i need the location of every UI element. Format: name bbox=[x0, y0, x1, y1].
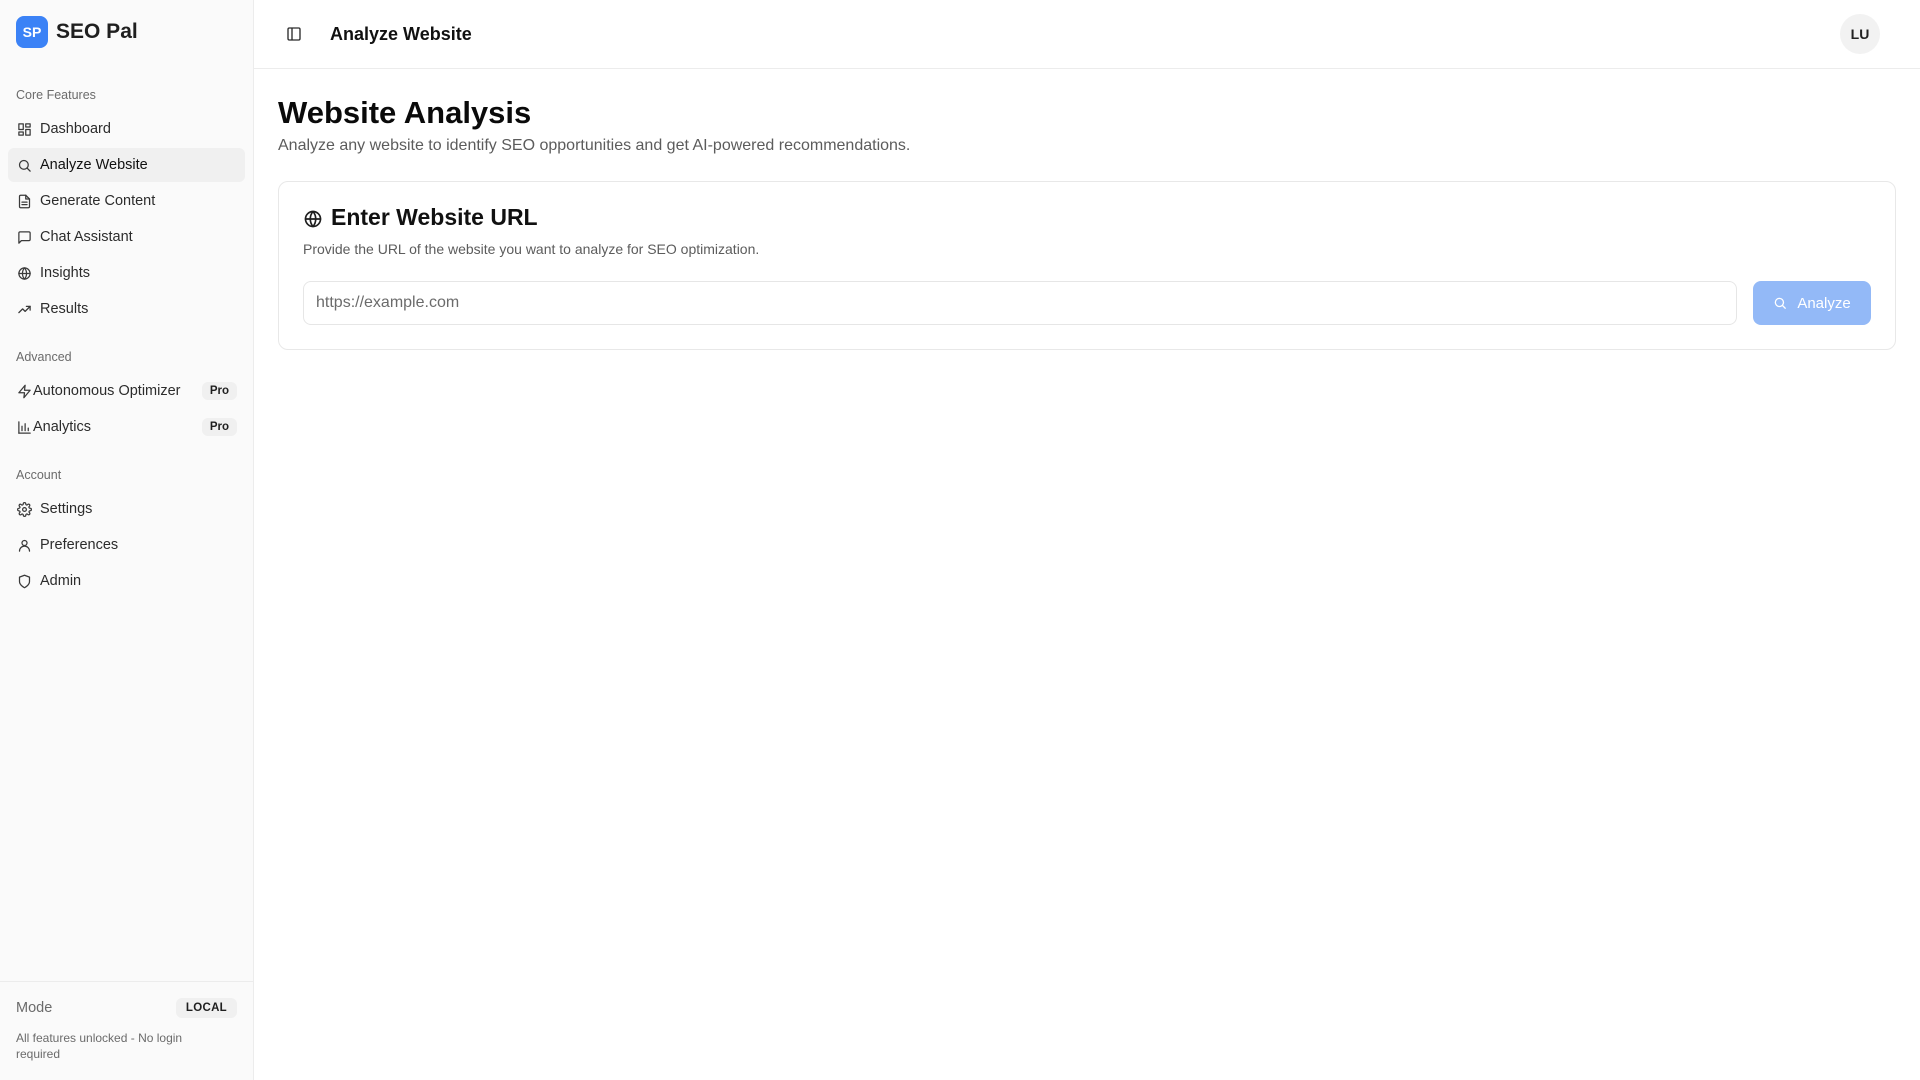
url-card: Enter Website URL Provide the URL of the… bbox=[278, 181, 1896, 350]
sidebar-item-chat-assistant[interactable]: Chat Assistant bbox=[8, 220, 245, 254]
card-title: Enter Website URL bbox=[303, 204, 1871, 231]
sidebar-nav: Core Features Dashboard Analyze Website … bbox=[0, 64, 253, 981]
avatar[interactable]: LU bbox=[1840, 14, 1880, 54]
dashboard-icon bbox=[16, 121, 32, 137]
sidebar-item-label: Preferences bbox=[40, 537, 119, 553]
brand[interactable]: SP SEO Pal bbox=[0, 0, 253, 64]
trending-up-icon bbox=[16, 301, 32, 317]
sidebar-item-label: Insights bbox=[40, 265, 90, 281]
card-title-text: Enter Website URL bbox=[331, 204, 538, 230]
url-input[interactable] bbox=[303, 281, 1737, 325]
analyze-button-label: Analyze bbox=[1797, 294, 1851, 312]
globe-icon bbox=[303, 208, 323, 228]
sidebar-item-label: Analyze Website bbox=[40, 157, 148, 173]
main: Analyze Website LU Website Analysis Anal… bbox=[254, 0, 1920, 1080]
app-root: SP SEO Pal Core Features Dashboard Analy… bbox=[0, 0, 1920, 1080]
brand-logo: SP bbox=[16, 16, 48, 48]
sidebar-toggle-button[interactable] bbox=[278, 18, 310, 50]
search-icon bbox=[16, 157, 32, 173]
sidebar-item-label: Dashboard bbox=[40, 121, 111, 137]
url-row: Analyze bbox=[303, 281, 1871, 325]
sidebar-item-generate-content[interactable]: Generate Content bbox=[8, 184, 245, 218]
panel-left-icon bbox=[287, 27, 301, 41]
sidebar-item-label: Analytics bbox=[33, 419, 92, 435]
pro-badge: Pro bbox=[201, 382, 237, 400]
topbar-title: Analyze Website bbox=[330, 23, 472, 44]
sidebar-item-analytics[interactable]: Analytics Pro bbox=[8, 410, 245, 444]
user-icon bbox=[16, 537, 32, 553]
content: Website Analysis Analyze any website to … bbox=[254, 69, 1920, 374]
sidebar-item-label: Autonomous Optimizer bbox=[33, 383, 181, 399]
mode-label: Mode bbox=[16, 1000, 53, 1016]
sidebar-item-label: Admin bbox=[40, 573, 82, 589]
topbar: Analyze Website LU bbox=[254, 0, 1920, 69]
group-label-advanced: Advanced bbox=[16, 350, 72, 364]
sidebar-item-admin[interactable]: Admin bbox=[8, 564, 245, 598]
file-text-icon bbox=[16, 193, 32, 209]
shield-icon bbox=[16, 573, 32, 589]
sidebar-footer: Mode LOCAL All features unlocked - No lo… bbox=[0, 981, 253, 1080]
sidebar-item-label: Results bbox=[40, 301, 89, 317]
sidebar-item-preferences[interactable]: Preferences bbox=[8, 528, 245, 562]
analyze-button[interactable]: Analyze bbox=[1753, 281, 1871, 325]
sidebar-item-dashboard[interactable]: Dashboard bbox=[8, 112, 245, 146]
page-title: Website Analysis bbox=[278, 95, 532, 130]
mode-row: Mode LOCAL bbox=[16, 998, 237, 1018]
group-label-core: Core Features bbox=[16, 88, 96, 102]
sidebar-item-results[interactable]: Results bbox=[8, 292, 245, 326]
sidebar: SP SEO Pal Core Features Dashboard Analy… bbox=[0, 0, 254, 1080]
sidebar-item-settings[interactable]: Settings bbox=[8, 492, 245, 526]
globe-icon bbox=[16, 265, 32, 281]
sidebar-item-label: Chat Assistant bbox=[40, 229, 133, 245]
page-subtitle: Analyze any website to identify SEO oppo… bbox=[278, 137, 911, 154]
search-icon bbox=[1773, 296, 1787, 310]
zap-icon bbox=[16, 383, 32, 399]
group-label-account: Account bbox=[16, 468, 62, 482]
card-description: Provide the URL of the website you want … bbox=[303, 241, 760, 257]
brand-name: SEO Pal bbox=[56, 20, 138, 43]
gear-icon bbox=[16, 501, 32, 517]
mode-badge: LOCAL bbox=[175, 998, 237, 1018]
pro-badge: Pro bbox=[201, 418, 237, 436]
sidebar-item-analyze-website[interactable]: Analyze Website bbox=[8, 148, 245, 182]
mode-description: All features unlocked - No login require… bbox=[16, 1031, 183, 1061]
sidebar-item-label: Settings bbox=[40, 501, 93, 517]
bar-chart-icon bbox=[16, 419, 32, 435]
sidebar-item-label: Generate Content bbox=[40, 193, 156, 209]
sidebar-item-insights[interactable]: Insights bbox=[8, 256, 245, 290]
sidebar-item-autonomous-optimizer[interactable]: Autonomous Optimizer Pro bbox=[8, 374, 245, 408]
message-square-icon bbox=[16, 229, 32, 245]
